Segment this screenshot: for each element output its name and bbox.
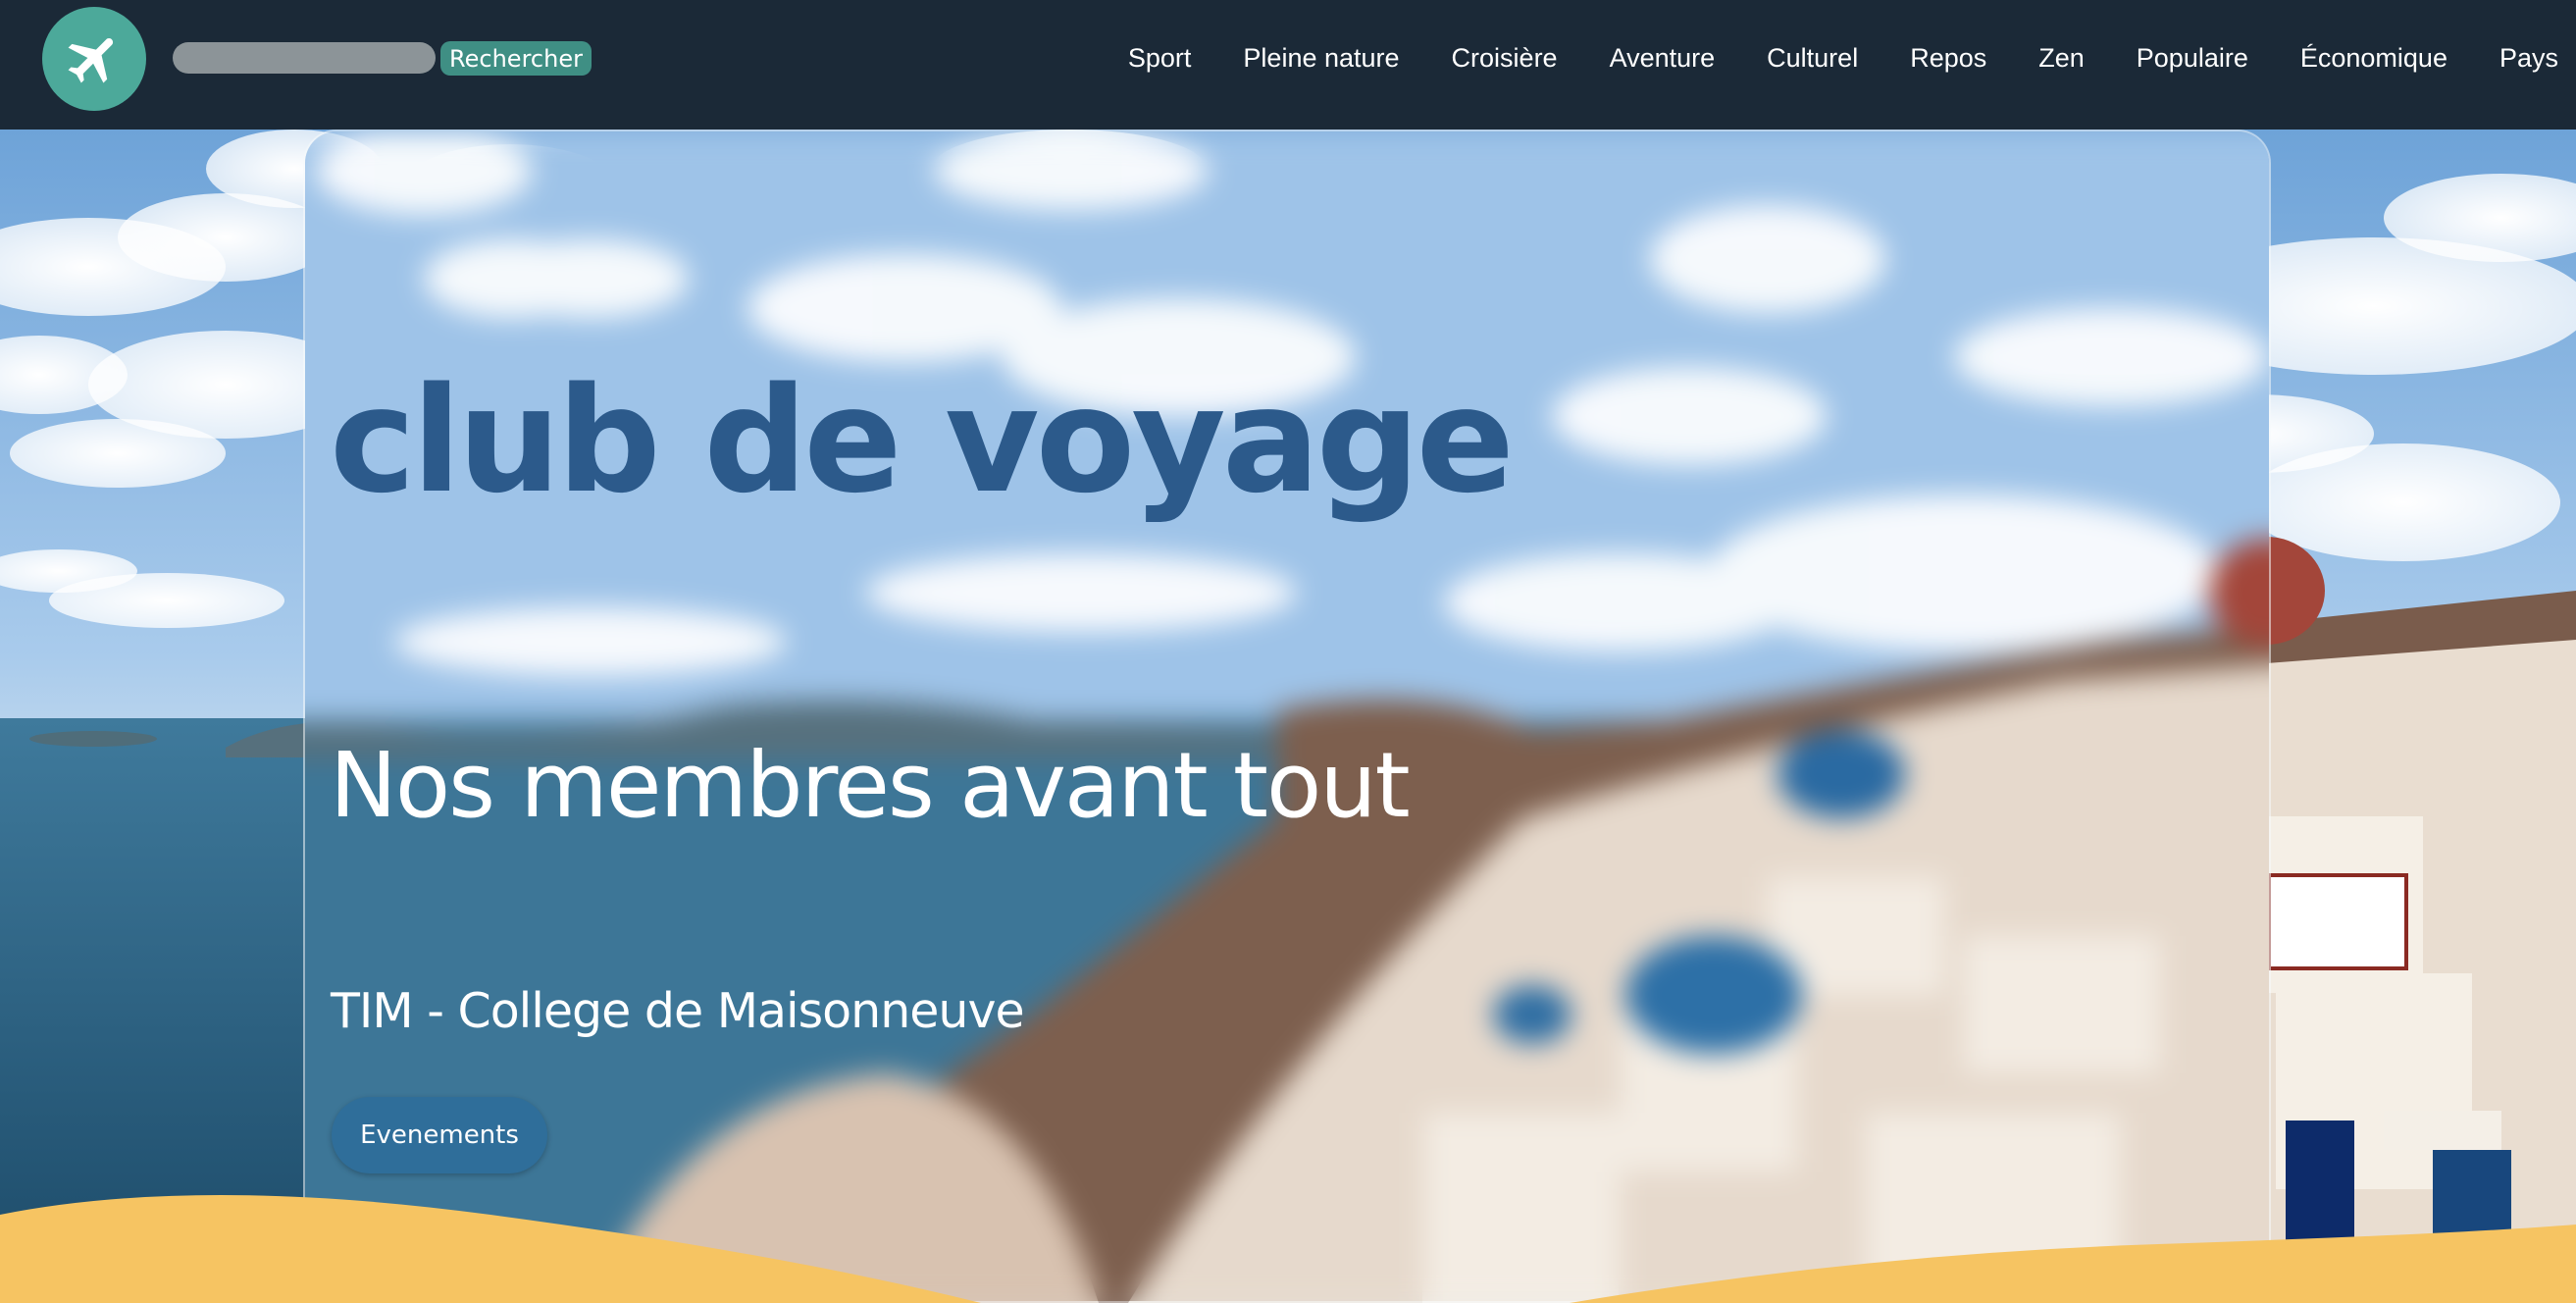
- nav-item-culturel[interactable]: Culturel: [1767, 43, 1858, 74]
- hero-subtitle: Nos membres avant tout: [330, 733, 1411, 838]
- logo[interactable]: [42, 7, 146, 111]
- hero-title: club de voyage: [330, 356, 1515, 525]
- bottom-wave-decoration: [0, 1195, 2576, 1303]
- hero-glass-card: [303, 130, 2271, 1303]
- nav-item-economique[interactable]: Économique: [2300, 43, 2447, 74]
- search-input[interactable]: [173, 42, 436, 74]
- airplane-icon: [68, 38, 114, 83]
- main-nav: Sport Pleine nature Croisière Aventure C…: [1128, 43, 2558, 74]
- nav-item-pleine-nature[interactable]: Pleine nature: [1243, 43, 1399, 74]
- nav-item-repos[interactable]: Repos: [1910, 43, 1986, 74]
- top-header: Rechercher Sport Pleine nature Croisière…: [0, 0, 2576, 130]
- hero-blurred-background: [305, 131, 2269, 1301]
- nav-item-populaire[interactable]: Populaire: [2137, 43, 2248, 74]
- events-button[interactable]: Evenements: [332, 1097, 547, 1173]
- nav-item-sport[interactable]: Sport: [1128, 43, 1192, 74]
- search-button[interactable]: Rechercher: [440, 41, 592, 76]
- nav-item-zen[interactable]: Zen: [2038, 43, 2085, 74]
- nav-item-croisiere[interactable]: Croisière: [1452, 43, 1558, 74]
- nav-item-aventure[interactable]: Aventure: [1610, 43, 1716, 74]
- hero-school-name: TIM - College de Maisonneuve: [331, 983, 1025, 1039]
- nav-item-pays[interactable]: Pays: [2499, 43, 2558, 74]
